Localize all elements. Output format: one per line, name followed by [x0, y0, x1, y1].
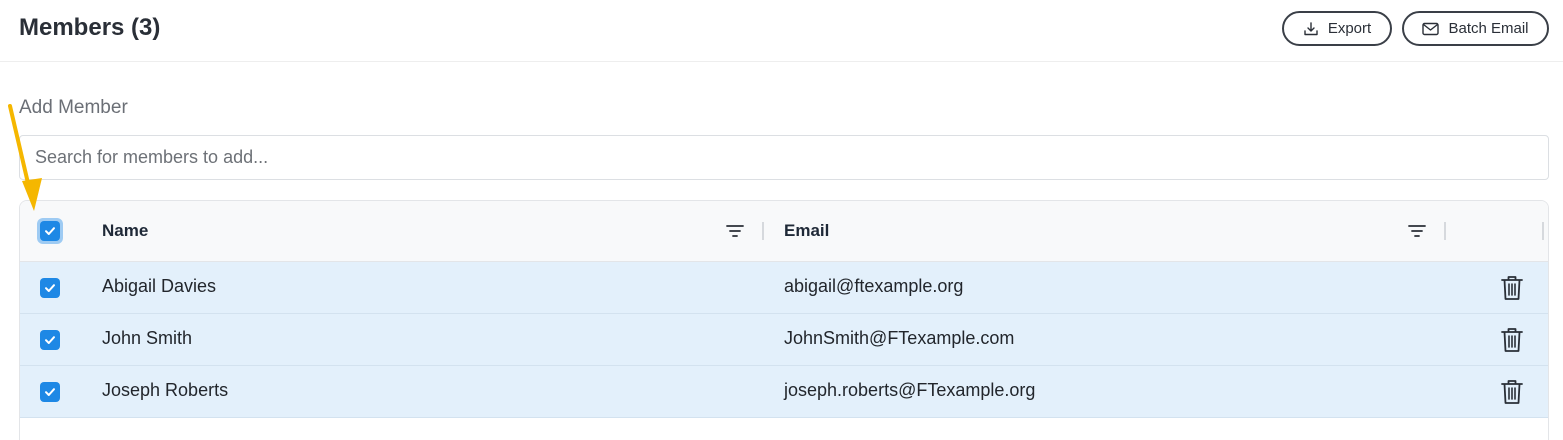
table-row[interactable]: Abigail Davies abigail@ftexample.org [20, 262, 1548, 314]
export-button[interactable]: Export [1282, 11, 1392, 46]
trash-icon[interactable] [1500, 327, 1524, 353]
page-header: Members (3) Export Batch Email [0, 0, 1563, 62]
member-email: abigail@ftexample.org [784, 276, 964, 296]
member-email: joseph.roberts@FTexample.org [784, 380, 1036, 400]
page-title: Members (3) [19, 14, 161, 41]
column-resize-handle[interactable] [1444, 222, 1446, 240]
check-icon [45, 227, 55, 235]
column-resize-handle[interactable] [762, 222, 764, 240]
row-checkbox[interactable] [40, 278, 60, 298]
member-name: Abigail Davies [102, 276, 217, 296]
select-all-checkbox[interactable] [40, 221, 60, 241]
mail-icon [1422, 22, 1440, 35]
name-filter-icon[interactable] [726, 223, 744, 239]
trash-icon[interactable] [1500, 379, 1524, 405]
row-checkbox[interactable] [40, 330, 60, 350]
row-checkbox[interactable] [40, 382, 60, 402]
member-name: John Smith [102, 328, 193, 348]
table-header: Name Email [20, 201, 1548, 262]
column-header-email[interactable]: Email [784, 221, 829, 241]
column-header-name[interactable]: Name [102, 221, 148, 241]
member-email: JohnSmith@FTexample.com [784, 328, 1015, 348]
batch-email-button[interactable]: Batch Email [1402, 11, 1549, 46]
check-icon [45, 388, 55, 396]
member-search-input[interactable] [20, 136, 1548, 179]
batch-email-label: Batch Email [1448, 20, 1529, 37]
member-name: Joseph Roberts [102, 380, 229, 400]
email-filter-icon[interactable] [1408, 223, 1426, 239]
members-table: Name Email Abigail Davies abigail@ftexam… [19, 200, 1549, 440]
trash-icon[interactable] [1500, 275, 1524, 301]
table-row[interactable]: Joseph Roberts joseph.roberts@FTexample.… [20, 366, 1548, 418]
member-search-field[interactable] [19, 135, 1549, 180]
column-resize-handle[interactable] [1542, 222, 1544, 240]
add-member-label: Add Member [19, 97, 128, 118]
check-icon [45, 284, 55, 292]
export-label: Export [1327, 20, 1372, 37]
select-all-focus-ring [37, 218, 63, 244]
check-icon [45, 336, 55, 344]
table-row[interactable]: John Smith JohnSmith@FTexample.com [20, 314, 1548, 366]
download-icon [1304, 21, 1318, 35]
